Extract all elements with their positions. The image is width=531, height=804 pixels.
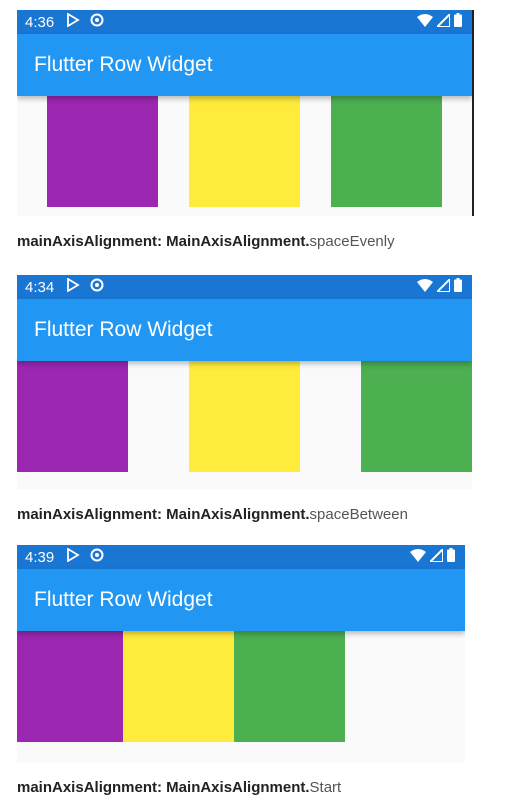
status-time: 4:36 [25,13,55,31]
status-bar: 4:39 [17,545,465,569]
caption-value: spaceEvenly [309,233,395,250]
yellow-box [123,631,234,742]
status-bar: 4:34 [17,275,472,299]
screenshot-space-evenly: 4:36 Flutter Row Widget [17,10,474,216]
signal-icon [434,276,451,296]
purple-box [17,361,128,472]
data-saver-icon [90,278,104,296]
green-box [234,631,345,742]
caption-space-between: mainAxisAlignment: MainAxisAlignment.spa… [17,506,408,523]
caption-start: mainAxisAlignment: MainAxisAlignment.Sta… [17,779,341,796]
app-bar: Flutter Row Widget [17,299,472,361]
app-bar: Flutter Row Widget [17,569,465,631]
play-store-icon [66,277,80,296]
play-store-icon [66,12,80,31]
status-time: 4:34 [25,278,55,296]
caption-bold: mainAxisAlignment: MainAxisAlignment. [17,779,310,796]
app-bar-title: Flutter Row Widget [34,318,213,341]
screenshot-start: 4:39 Flutter Row Widget [17,545,465,763]
status-time: 4:39 [25,548,55,566]
play-store-icon [66,547,80,566]
green-box [331,96,442,207]
yellow-box [189,361,300,472]
screenshot-space-between: 4:34 Flutter Row Widget [17,275,472,489]
data-saver-icon [90,548,104,566]
wifi-icon [410,548,426,566]
wifi-icon [417,278,433,296]
caption-value: Start [309,779,342,796]
yellow-box [189,96,300,207]
green-box [361,361,472,472]
battery-icon [454,13,462,31]
caption-value: spaceBetween [309,506,408,523]
battery-icon [447,548,455,566]
caption-bold: mainAxisAlignment: MainAxisAlignment. [17,506,310,523]
app-bar-title: Flutter Row Widget [34,588,213,611]
signal-icon [434,11,451,31]
signal-icon [427,546,444,566]
data-saver-icon [90,13,104,31]
app-bar-title: Flutter Row Widget [34,53,213,76]
purple-box [17,631,128,742]
battery-icon [454,278,462,296]
wifi-icon [417,13,433,31]
caption-bold: mainAxisAlignment: MainAxisAlignment. [17,233,310,250]
purple-box [47,96,158,207]
app-bar: Flutter Row Widget [17,34,472,96]
status-bar: 4:36 [17,10,472,34]
caption-space-evenly: mainAxisAlignment: MainAxisAlignment.spa… [17,233,395,250]
